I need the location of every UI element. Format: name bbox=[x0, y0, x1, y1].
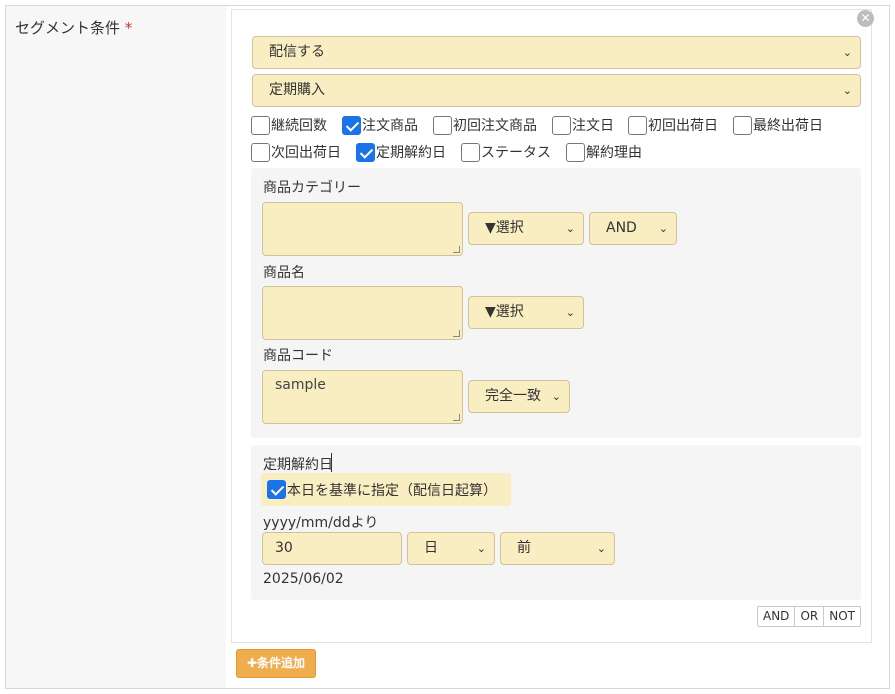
unit-select[interactable]: 日 ⌄ bbox=[407, 532, 495, 565]
field-label-text: セグメント条件 bbox=[15, 19, 121, 37]
product-code-textarea[interactable]: sample bbox=[262, 370, 463, 424]
unit-select-value: 日 bbox=[424, 540, 438, 556]
label-column: セグメント条件 * bbox=[6, 6, 226, 688]
checkbox-box[interactable] bbox=[566, 142, 585, 162]
cancel-date-label: 定期解約日 bbox=[263, 457, 333, 473]
or-button[interactable]: OR bbox=[795, 607, 825, 626]
checkbox-status[interactable]: ステータス bbox=[461, 142, 551, 162]
checkbox-kaiyaku-riyu[interactable]: 解約理由 bbox=[566, 142, 642, 162]
checkbox-shokai-shukka-bi[interactable]: 初回出荷日 bbox=[628, 115, 718, 135]
type-select-value: 定期購入 bbox=[269, 82, 325, 98]
product-name-textarea[interactable] bbox=[262, 286, 463, 340]
checkbox-label: 初回注文商品 bbox=[453, 118, 537, 134]
checkbox-label: 最終出荷日 bbox=[753, 118, 823, 134]
not-button[interactable]: NOT bbox=[824, 607, 860, 626]
offset-input-value: 30 bbox=[275, 540, 293, 556]
date-format-label: yyyy/mm/ddより bbox=[263, 515, 379, 531]
delivery-select-value: 配信する bbox=[269, 44, 325, 60]
direction-select[interactable]: 前 ⌄ bbox=[500, 532, 615, 565]
checkbox-box[interactable] bbox=[628, 115, 647, 135]
chevron-down-icon: ⌄ bbox=[596, 542, 606, 555]
category-logic-value: AND bbox=[606, 220, 637, 236]
delivery-select[interactable]: 配信する ⌄ bbox=[252, 36, 861, 69]
resize-grip-icon[interactable] bbox=[453, 414, 460, 421]
logic-button-group: AND OR NOT bbox=[757, 606, 861, 627]
field-label: セグメント条件 * bbox=[15, 17, 132, 38]
checkbox-box[interactable] bbox=[461, 142, 480, 162]
add-condition-button[interactable]: ✚条件追加 bbox=[236, 649, 316, 678]
checkbox-box[interactable] bbox=[251, 115, 270, 135]
product-code-match-select[interactable]: 完全一致 ⌄ bbox=[468, 380, 570, 413]
checkbox-shokai-chumon-shohin[interactable]: 初回注文商品 bbox=[433, 115, 537, 135]
category-select-value: ▼選択 bbox=[485, 220, 524, 236]
resize-grip-icon[interactable] bbox=[453, 246, 460, 253]
computed-date: 2025/06/02 bbox=[263, 571, 344, 587]
direction-select-value: 前 bbox=[517, 540, 531, 556]
checkbox-label: 解約理由 bbox=[586, 145, 642, 161]
today-basis-checkbox[interactable]: 本日を基準に指定（配信日起算） bbox=[261, 473, 511, 506]
chevron-down-icon: ⌄ bbox=[565, 306, 575, 319]
today-basis-label: 本日を基準に指定（配信日起算） bbox=[287, 482, 497, 499]
product-code-textarea-value: sample bbox=[275, 377, 326, 393]
checkbox-saishu-shukka-bi[interactable]: 最終出荷日 bbox=[733, 115, 823, 135]
chevron-down-icon: ⌄ bbox=[842, 84, 852, 97]
product-name-select-value: ▼選択 bbox=[485, 304, 524, 320]
checkbox-box-checked[interactable] bbox=[342, 115, 361, 135]
product-code-label: 商品コード bbox=[263, 348, 333, 364]
category-textarea[interactable] bbox=[262, 202, 463, 256]
category-logic-select[interactable]: AND ⌄ bbox=[589, 212, 677, 245]
offset-input[interactable]: 30 bbox=[262, 532, 402, 565]
close-icon[interactable]: ✕ bbox=[857, 10, 874, 27]
checkbox-label: 注文日 bbox=[572, 118, 614, 134]
product-code-match-value: 完全一致 bbox=[485, 388, 541, 404]
checkbox-teiki-kaiyaku-bi[interactable]: 定期解約日 bbox=[356, 142, 446, 162]
checkbox-keizoku[interactable]: 継続回数 bbox=[251, 115, 327, 135]
checkbox-box[interactable] bbox=[251, 142, 270, 162]
category-select[interactable]: ▼選択 ⌄ bbox=[468, 212, 584, 245]
checkbox-label: ステータス bbox=[481, 145, 551, 161]
checkbox-label: 初回出荷日 bbox=[648, 118, 718, 134]
checkbox-box-checked[interactable] bbox=[267, 480, 286, 499]
checkbox-box[interactable] bbox=[552, 115, 571, 135]
checkbox-chumon-shohin[interactable]: 注文商品 bbox=[342, 115, 418, 135]
chevron-down-icon: ⌄ bbox=[476, 542, 486, 555]
checkbox-label: 次回出荷日 bbox=[271, 145, 341, 161]
chevron-down-icon: ⌄ bbox=[842, 46, 852, 59]
text-cursor bbox=[331, 453, 332, 472]
product-name-label: 商品名 bbox=[263, 265, 305, 281]
checkbox-box-checked[interactable] bbox=[356, 142, 375, 162]
checkbox-label: 継続回数 bbox=[271, 118, 327, 134]
required-mark: * bbox=[124, 19, 133, 37]
checkbox-jikai-shukka-bi[interactable]: 次回出荷日 bbox=[251, 142, 341, 162]
checkbox-box[interactable] bbox=[433, 115, 452, 135]
checkbox-box[interactable] bbox=[733, 115, 752, 135]
category-label: 商品カテゴリー bbox=[263, 180, 361, 196]
checkbox-chumon-bi[interactable]: 注文日 bbox=[552, 115, 614, 135]
checkbox-row-2: 次回出荷日 定期解約日 ステータス 解約理由 bbox=[251, 142, 861, 164]
chevron-down-icon: ⌄ bbox=[565, 222, 575, 235]
chevron-down-icon: ⌄ bbox=[658, 222, 668, 235]
checkbox-label: 注文商品 bbox=[362, 118, 418, 134]
type-select[interactable]: 定期購入 ⌄ bbox=[252, 74, 861, 107]
chevron-down-icon: ⌄ bbox=[551, 390, 561, 403]
checkbox-label: 定期解約日 bbox=[376, 145, 446, 161]
resize-grip-icon[interactable] bbox=[453, 330, 460, 337]
add-condition-label: ✚条件追加 bbox=[246, 656, 306, 670]
and-button[interactable]: AND bbox=[758, 607, 796, 626]
checkbox-row-1: 継続回数 注文商品 初回注文商品 注文日 初回出荷日 最終出荷日 bbox=[251, 115, 861, 137]
product-name-select[interactable]: ▼選択 ⌄ bbox=[468, 296, 584, 329]
